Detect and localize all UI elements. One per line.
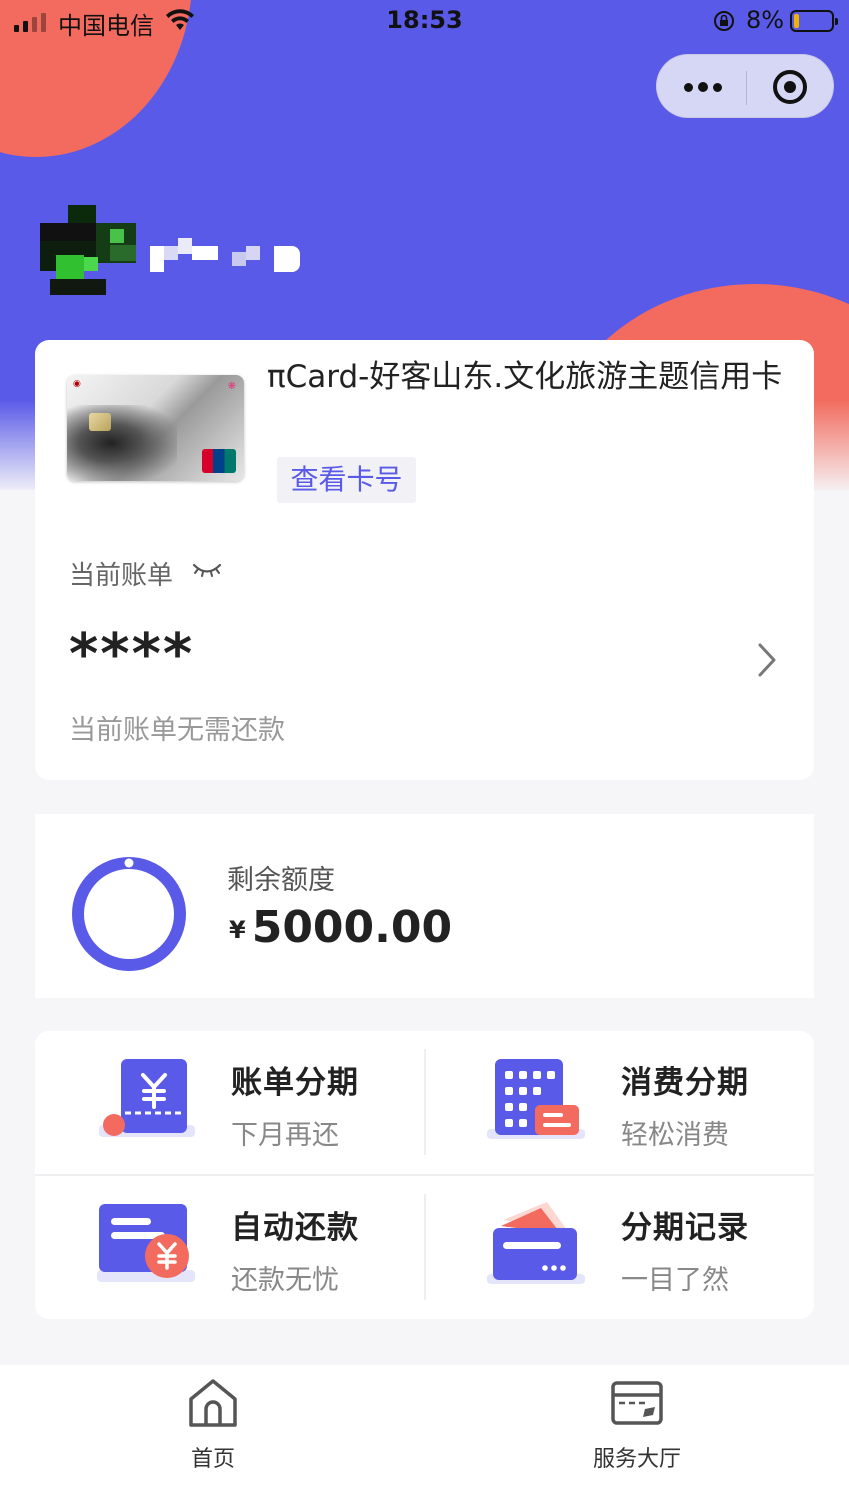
unionpay-logo [202,449,236,473]
avatar [40,205,136,295]
more-dots-icon[interactable] [657,55,746,119]
currency-symbol: ¥ [229,916,246,944]
card-chip [89,413,111,431]
card-name: πCard-好客山东.文化旅游主题信用卡 [267,359,783,395]
credit-card-panel: ◉ ❋ πCard-好客山东.文化旅游主题信用卡 查看卡号 当前账单 **** … [35,340,814,780]
services-grid: 账单分期 下月再还 消费分期 轻松消费 自动还款 还款无忧 分期记录 一目了然 [35,1031,814,1319]
theme-logo: ❋ [227,381,236,392]
service-title: 消费分期 [621,1065,749,1101]
service-card-icon [611,1381,663,1425]
service-subtitle: 下月再还 [231,1120,339,1151]
service-title: 账单分期 [231,1065,359,1101]
service-subtitle: 还款无忧 [231,1265,339,1296]
current-bill-amount[interactable]: **** [69,622,194,687]
calculator-icon [487,1059,585,1139]
tab-home[interactable]: 首页 [113,1365,313,1485]
credit-card-image: ◉ ❋ [67,375,244,481]
bill-yen-icon [99,1059,195,1137]
service-subtitle: 一目了然 [621,1265,729,1296]
remaining-credit-label: 剩余额度 [227,865,335,896]
battery-percent: 8% [746,6,785,34]
remaining-credit-value: 5000.00 [251,902,453,953]
status-bar: 中国电信 18:53 8% [0,0,849,44]
service-auto-repay[interactable]: 自动还款 还款无忧 [35,1176,424,1319]
target-circle-icon[interactable] [773,70,807,104]
remaining-credit-amount: ¥5000.00 [229,902,452,953]
tab-label: 服务大厅 [592,1447,681,1472]
current-bill-label: 当前账单 [69,561,174,591]
view-card-number-button[interactable]: 查看卡号 [277,457,416,503]
bill-status-note: 当前账单无需还款 [69,715,285,746]
service-subtitle: 轻松消费 [621,1120,729,1151]
service-title: 分期记录 [621,1210,749,1246]
tab-label: 首页 [190,1447,235,1472]
service-bill-installment[interactable]: 账单分期 下月再还 [35,1031,424,1174]
auto-repay-icon [97,1204,195,1282]
bank-logo: ◉ [73,379,81,389]
bottom-tab-bar: 首页 服务大厅 [0,1365,849,1509]
chevron-right-icon[interactable] [755,642,779,678]
service-title: 自动还款 [231,1210,359,1246]
eye-closed-icon[interactable] [192,558,222,582]
home-icon [189,1379,237,1427]
service-consumer-installment[interactable]: 消费分期 轻松消费 [425,1031,814,1174]
wallet-cards-icon [487,1202,585,1284]
user-name-masked [150,232,300,272]
capsule-divider [746,71,747,105]
battery-icon [790,10,838,32]
rotation-lock-icon [714,11,734,31]
service-installment-records[interactable]: 分期记录 一目了然 [425,1176,814,1319]
miniprogram-capsule [656,54,834,118]
remaining-credit-panel: 剩余额度 ¥5000.00 [35,814,814,998]
credit-ring-gauge [72,857,186,971]
tab-service-hall[interactable]: 服务大厅 [537,1365,737,1485]
